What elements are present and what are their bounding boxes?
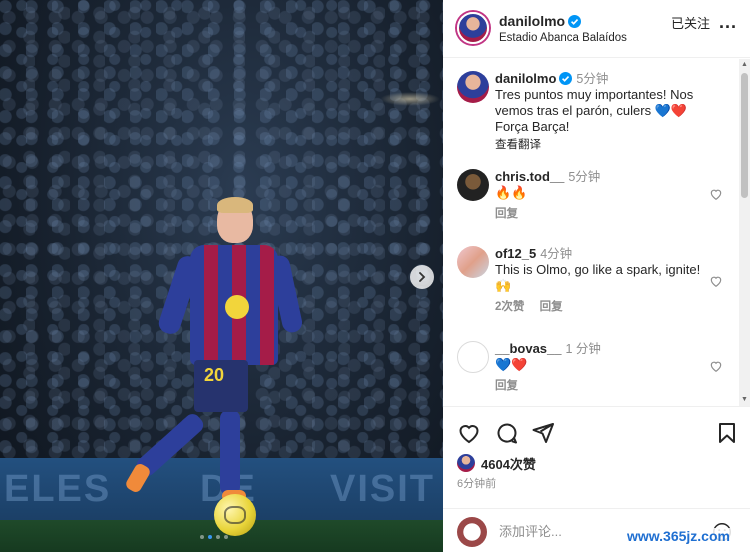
commenter-avatar[interactable] xyxy=(457,341,489,373)
player-hair xyxy=(217,197,253,213)
current-user-avatar xyxy=(457,517,487,547)
site-watermark: www.365jz.com xyxy=(624,528,733,544)
see-translation-link[interactable]: 查看翻译 xyxy=(495,139,541,151)
player-figure: 20 xyxy=(120,195,304,535)
caption-text: Tres puntos muy importantes! Nos vemos t… xyxy=(495,87,694,134)
player-leg xyxy=(220,410,240,495)
comment-username[interactable]: chris.tod__ xyxy=(495,169,564,184)
player-boot xyxy=(124,461,152,495)
scroll-down-arrow[interactable]: ▼ xyxy=(741,396,748,404)
comment-text: 💙❤️ xyxy=(495,357,528,372)
heart-icon[interactable] xyxy=(709,187,723,201)
likes-summary[interactable]: 4604次赞 xyxy=(457,453,536,473)
carousel-dot xyxy=(208,535,212,539)
comment-time: 1 分钟 xyxy=(565,342,601,356)
commenter-avatar[interactable] xyxy=(457,246,489,278)
post-location[interactable]: Estadio Abanca Balaídos xyxy=(499,32,627,44)
liker-avatar xyxy=(457,454,475,472)
reply-button[interactable]: 回复 xyxy=(495,208,518,220)
heart-icon[interactable] xyxy=(709,274,723,288)
post-header: danilolmo Estadio Abanca Balaídos 已关注 ..… xyxy=(443,0,750,58)
comment-username[interactable]: __bovas__ xyxy=(495,341,562,356)
author-username[interactable]: danilolmo xyxy=(499,13,582,29)
bookmark-icon[interactable] xyxy=(715,421,739,445)
chevron-right-icon xyxy=(419,272,426,282)
carousel-dot xyxy=(216,535,220,539)
carousel-indicator xyxy=(200,535,228,539)
post-media[interactable]: ELES DE VISIT 20 xyxy=(0,0,443,552)
sponsor-logo xyxy=(225,295,249,319)
more-options-button[interactable]: ... xyxy=(719,12,737,33)
carousel-dot xyxy=(200,535,204,539)
scroll-thumb[interactable] xyxy=(741,73,748,198)
post-timestamp: 6分钟前 xyxy=(457,478,497,490)
carousel-dot xyxy=(224,535,228,539)
post-panel: danilolmo Estadio Abanca Balaídos 已关注 ..… xyxy=(443,0,750,552)
caption-time: 5分钟 xyxy=(576,72,609,86)
verified-badge-icon xyxy=(559,72,573,85)
like-count[interactable]: 4604次赞 xyxy=(481,454,536,473)
reply-button[interactable]: 回复 xyxy=(495,380,518,392)
caption-avatar[interactable] xyxy=(457,71,489,103)
comment-text: 🔥🔥 xyxy=(495,185,528,200)
comment-time: 5分钟 xyxy=(568,170,601,184)
verified-badge-icon xyxy=(568,15,582,28)
carousel-next-button[interactable] xyxy=(410,265,434,289)
heart-icon[interactable] xyxy=(709,359,723,373)
caption-username[interactable]: danilolmo xyxy=(495,71,556,86)
follow-status-button[interactable]: 已关注 xyxy=(671,13,710,32)
heart-icon[interactable] xyxy=(457,421,481,445)
comment-icon[interactable] xyxy=(495,421,519,445)
author-avatar[interactable] xyxy=(457,12,489,44)
comment-text: This is Olmo, go like a spark, ignite!🙌 xyxy=(495,262,701,293)
stadium-light xyxy=(380,92,440,106)
football xyxy=(214,494,256,536)
comments-list[interactable]: danilolmo 5分钟 Tres puntos muy importantes… xyxy=(443,59,739,406)
share-icon[interactable] xyxy=(531,421,555,445)
comments-scrollbar[interactable]: ▲ ▼ xyxy=(739,59,750,406)
scroll-up-arrow[interactable]: ▲ xyxy=(741,61,748,69)
shirt-number: 20 xyxy=(204,365,225,385)
board-text: ELES xyxy=(4,468,112,510)
comment-time: 4分钟 xyxy=(540,247,573,261)
comment-username[interactable]: of12_5 xyxy=(495,246,536,261)
board-text: VISIT xyxy=(330,468,436,510)
commenter-avatar[interactable] xyxy=(457,169,489,201)
comment-likes[interactable]: 2次赞 xyxy=(495,301,524,313)
reply-button[interactable]: 回复 xyxy=(540,301,563,313)
author-username-text[interactable]: danilolmo xyxy=(499,13,565,29)
